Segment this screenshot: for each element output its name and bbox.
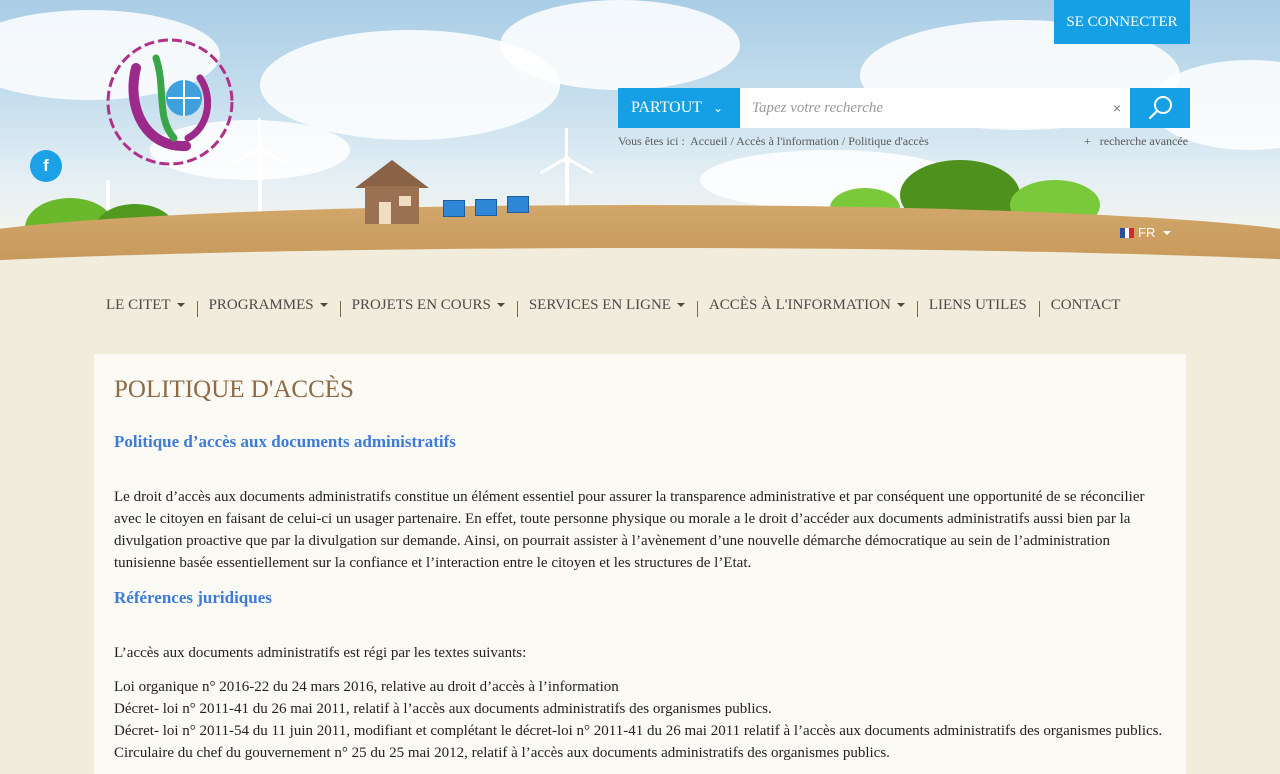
nav-item-programmes[interactable]: PROGRAMMES bbox=[196, 297, 340, 317]
search-scope-label: PARTOUT bbox=[631, 99, 703, 116]
house-icon bbox=[355, 160, 429, 226]
nav-item-le-citet[interactable]: LE CITET bbox=[94, 297, 197, 314]
close-icon[interactable]: × bbox=[1110, 88, 1124, 128]
advanced-search-link[interactable]: + recherche avancée bbox=[1084, 134, 1188, 149]
nav-item-liens-utiles[interactable]: LIENS UTILES bbox=[916, 297, 1039, 317]
caret-down-icon bbox=[496, 303, 505, 307]
caret-down-icon bbox=[896, 303, 905, 307]
solar-panel-icon bbox=[475, 199, 497, 216]
caret-down-icon bbox=[1163, 230, 1172, 235]
nav-item-acces-information[interactable]: ACCÈS À L'INFORMATION bbox=[696, 297, 917, 317]
facebook-icon[interactable]: f bbox=[30, 150, 62, 182]
nav-item-services-en-ligne[interactable]: SERVICES EN LIGNE bbox=[516, 297, 697, 317]
caret-down-icon bbox=[319, 303, 328, 307]
login-button[interactable]: SE CONNECTER bbox=[1054, 0, 1190, 44]
language-selector[interactable]: FR bbox=[1120, 225, 1172, 240]
search-button[interactable] bbox=[1130, 88, 1190, 128]
main-nav: LE CITET PROGRAMMES PROJETS EN COURS SER… bbox=[94, 292, 1132, 318]
search-input[interactable] bbox=[740, 88, 1130, 128]
nav-item-projets-en-cours[interactable]: PROJETS EN COURS bbox=[339, 297, 517, 317]
breadcrumb-item-accueil[interactable]: Accueil bbox=[690, 134, 727, 148]
caret-down-icon bbox=[176, 303, 185, 307]
section-text-politique: Le droit d’accès aux documents administr… bbox=[114, 489, 1145, 571]
references-intro: L’accès aux documents administratifs est… bbox=[114, 645, 527, 661]
section-heading-references: Références juridiques bbox=[114, 588, 272, 607]
reference-item: Décret- loi n° 2011-41 du 26 mai 2011, r… bbox=[114, 701, 772, 717]
caret-down-icon bbox=[676, 303, 685, 307]
reference-item: Loi organique n° 2016-22 du 24 mars 2016… bbox=[114, 679, 619, 695]
page-title: POLITIQUE D'ACCÈS bbox=[114, 376, 354, 403]
citet-logo[interactable] bbox=[96, 28, 244, 176]
cloud bbox=[500, 0, 740, 90]
breadcrumb-item-acces-information[interactable]: Accès à l'information bbox=[736, 134, 839, 148]
breadcrumb-item-current: Politique d'accès bbox=[848, 134, 929, 148]
reference-item: Décret- loi n° 2011-54 du 11 juin 2011, … bbox=[114, 723, 1163, 739]
search-scope-dropdown[interactable]: PARTOUT ⌄ bbox=[618, 88, 740, 128]
chevron-down-icon: ⌄ bbox=[713, 101, 724, 115]
language-label: FR bbox=[1138, 225, 1156, 240]
solar-panel-icon bbox=[443, 200, 465, 217]
breadcrumb: Vous êtes ici : Accueil / Accès à l'info… bbox=[618, 134, 929, 148]
flag-fr-icon bbox=[1120, 227, 1135, 238]
breadcrumb-prefix: Vous êtes ici : bbox=[618, 134, 685, 148]
solar-panel-icon bbox=[507, 196, 529, 213]
section-heading-politique: Politique d’accès aux documents administ… bbox=[114, 432, 456, 451]
content-panel: POLITIQUE D'ACCÈS Politique d’accès aux … bbox=[94, 354, 1186, 774]
nav-item-contact[interactable]: CONTACT bbox=[1038, 297, 1133, 317]
search-icon bbox=[1148, 96, 1172, 120]
reference-item: Circulaire du chef du gouvernement n° 25… bbox=[114, 745, 890, 761]
